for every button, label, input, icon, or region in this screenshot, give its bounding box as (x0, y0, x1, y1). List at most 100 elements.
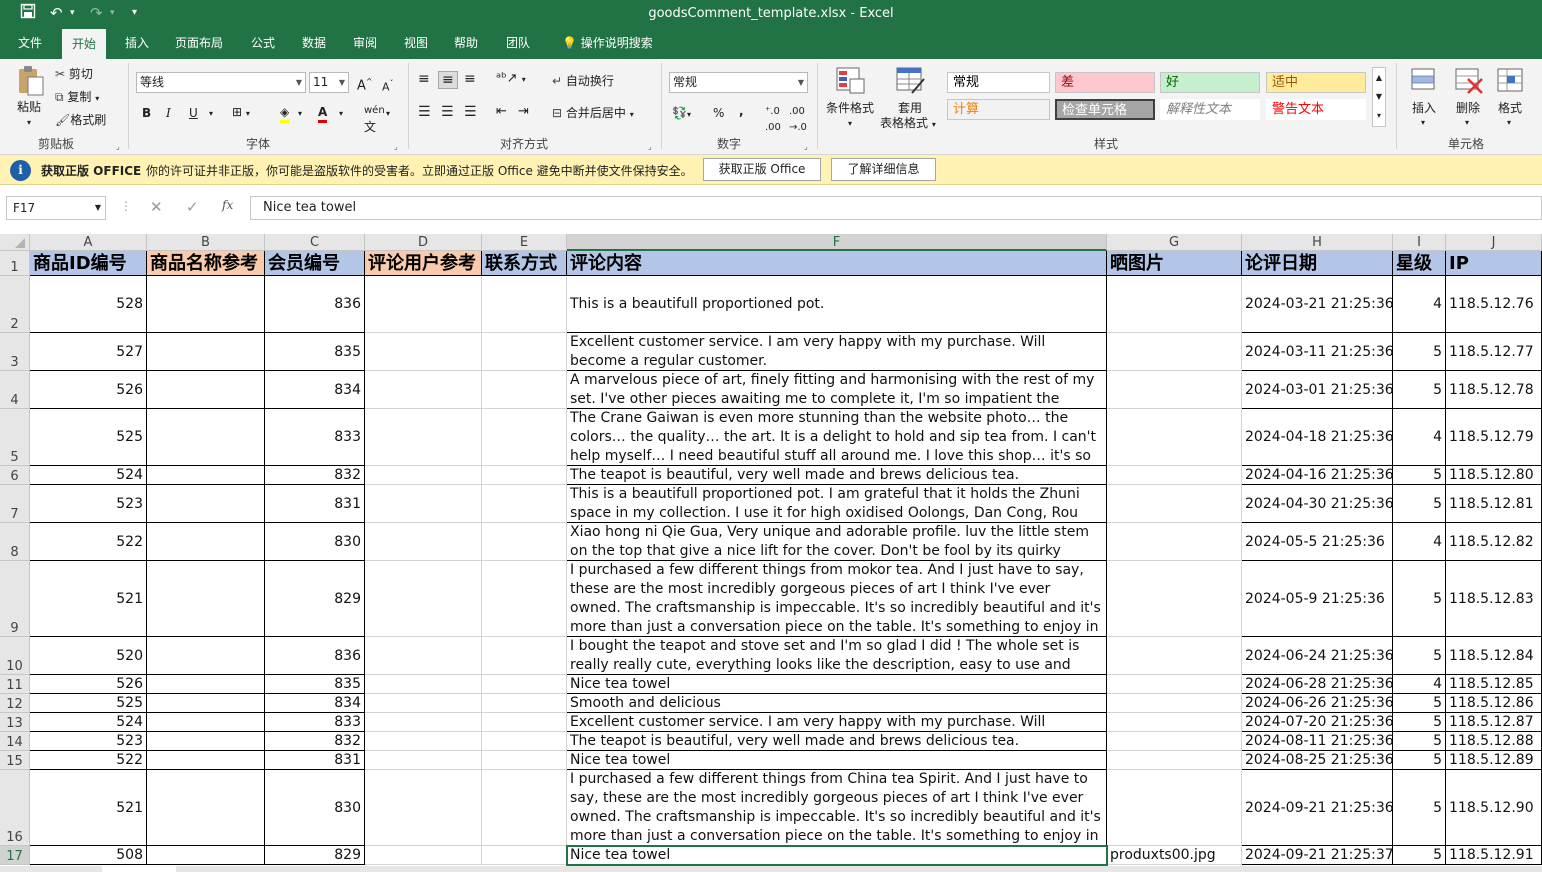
cell-F7[interactable]: This is a beautifull proportioned pot. I… (567, 485, 1107, 523)
phonetic-dropdown-icon[interactable]: ▾ (386, 106, 390, 122)
cell-C6[interactable]: 832 (265, 466, 365, 485)
cell-A4[interactable]: 526 (30, 371, 147, 409)
cell-C5[interactable]: 833 (265, 409, 365, 466)
cell-B13[interactable] (147, 713, 265, 732)
underline-dropdown-icon[interactable]: ▾ (209, 106, 213, 122)
cell-H9[interactable]: 2024-05-9 21:25:36 (1242, 561, 1393, 637)
align-right-icon[interactable]: ☰ (464, 104, 477, 120)
delete-cells-icon[interactable] (1454, 67, 1484, 99)
cell-D7[interactable] (365, 485, 482, 523)
cell-J17[interactable]: 118.5.12.91 (1446, 846, 1542, 865)
tab-home[interactable]: 开始 (62, 28, 107, 59)
tab-review[interactable]: 审阅 (343, 28, 387, 59)
cell-F3[interactable]: Excellent customer service. I am very ha… (567, 333, 1107, 371)
cell-I14[interactable]: 5 (1393, 732, 1446, 751)
cell-B16[interactable] (147, 770, 265, 846)
delete-cells-button[interactable]: 删除 (1456, 100, 1480, 116)
tab-team[interactable]: 团队 (496, 28, 540, 59)
format-as-table-icon[interactable] (896, 67, 926, 99)
cell-G6[interactable] (1107, 466, 1242, 485)
cell-H6[interactable]: 2024-04-16 21:25:36 (1242, 466, 1393, 485)
cell-D11[interactable] (365, 675, 482, 694)
cell-E13[interactable] (482, 713, 567, 732)
cell-J10[interactable]: 118.5.12.84 (1446, 637, 1542, 675)
cell-E8[interactable] (482, 523, 567, 561)
cell-E7[interactable] (482, 485, 567, 523)
column-header-C[interactable]: C (265, 234, 365, 251)
cell-F2[interactable]: This is a beautifull proportioned pot. (567, 276, 1107, 333)
cell-A8[interactable]: 522 (30, 523, 147, 561)
cell-B17[interactable] (147, 846, 265, 865)
row-header-11[interactable]: 11 (0, 675, 30, 694)
cell-C15[interactable]: 831 (265, 751, 365, 770)
cell-E15[interactable] (482, 751, 567, 770)
row-header-14[interactable]: 14 (0, 732, 30, 751)
cell-F12[interactable]: Smooth and delicious (567, 694, 1107, 713)
align-middle-icon[interactable]: ≡ (438, 71, 458, 89)
cell-D14[interactable] (365, 732, 482, 751)
enter-icon[interactable]: ✓ (186, 198, 199, 216)
increase-indent-icon[interactable]: ⇥ (518, 104, 529, 120)
cell-B7[interactable] (147, 485, 265, 523)
cell-A10[interactable]: 520 (30, 637, 147, 675)
insert-cells-button[interactable]: 插入 (1412, 100, 1436, 116)
cell-F15[interactable]: Nice tea towel (567, 751, 1107, 770)
cell-C14[interactable]: 832 (265, 732, 365, 751)
align-top-icon[interactable]: ≡ (418, 71, 430, 87)
cell-F16[interactable]: I purchased a few different things from … (567, 770, 1107, 846)
cell-G12[interactable] (1107, 694, 1242, 713)
row-header-12[interactable]: 12 (0, 694, 30, 713)
cell-H10[interactable]: 2024-06-24 21:25:36 (1242, 637, 1393, 675)
row-header-16[interactable]: 16 (0, 770, 30, 846)
style-check-cell[interactable]: 检查单元格 (1055, 99, 1155, 120)
cell-B3[interactable] (147, 333, 265, 371)
row-header-9[interactable]: 9 (0, 561, 30, 637)
align-left-icon[interactable]: ☰ (418, 104, 431, 120)
cell-H16[interactable]: 2024-09-21 21:25:36 (1242, 770, 1393, 846)
cell-G9[interactable] (1107, 561, 1242, 637)
cell-J11[interactable]: 118.5.12.85 (1446, 675, 1542, 694)
increase-decimal-icon[interactable]: ⁺.0.00 (765, 104, 781, 136)
cell-G5[interactable] (1107, 409, 1242, 466)
cancel-icon[interactable]: ✕ (150, 198, 163, 216)
select-all-corner[interactable] (0, 234, 30, 251)
cell-F13[interactable]: Excellent customer service. I am very ha… (567, 713, 1107, 732)
cell-J1[interactable]: IP (1446, 251, 1542, 276)
cell-H2[interactable]: 2024-03-21 21:25:36 (1242, 276, 1393, 333)
get-genuine-office-button[interactable]: 获取正版 Office (703, 158, 821, 181)
cell-G10[interactable] (1107, 637, 1242, 675)
cell-B9[interactable] (147, 561, 265, 637)
row-header-2[interactable]: 2 (0, 276, 30, 333)
cell-F11[interactable]: Nice tea towel (567, 675, 1107, 694)
cell-J16[interactable]: 118.5.12.90 (1446, 770, 1542, 846)
cell-A3[interactable]: 527 (30, 333, 147, 371)
percent-button[interactable]: % (713, 105, 724, 121)
cell-D13[interactable] (365, 713, 482, 732)
row-header-17[interactable]: 17 (0, 846, 30, 865)
cell-D4[interactable] (365, 371, 482, 409)
align-bottom-icon[interactable]: ≡ (464, 71, 476, 87)
cell-D2[interactable] (365, 276, 482, 333)
cell-I17[interactable]: 5 (1393, 846, 1446, 865)
conditional-format-dropdown-icon[interactable]: ▾ (848, 116, 852, 132)
cell-B6[interactable] (147, 466, 265, 485)
cell-I4[interactable]: 5 (1393, 371, 1446, 409)
cell-J3[interactable]: 118.5.12.77 (1446, 333, 1542, 371)
tab-file[interactable]: 文件 (8, 28, 52, 59)
style-normal[interactable]: 常规 (947, 72, 1050, 93)
cell-I6[interactable]: 5 (1393, 466, 1446, 485)
cell-H5[interactable]: 2024-04-18 21:25:36 (1242, 409, 1393, 466)
bold-button[interactable]: B (142, 105, 151, 121)
fill-color-dropdown-icon[interactable]: ▾ (298, 106, 302, 122)
cell-A11[interactable]: 526 (30, 675, 147, 694)
cell-B10[interactable] (147, 637, 265, 675)
cell-F4[interactable]: A marvelous piece of art, finely fitting… (567, 371, 1107, 409)
cell-E4[interactable] (482, 371, 567, 409)
cell-A2[interactable]: 528 (30, 276, 147, 333)
comma-button[interactable]: , (739, 103, 744, 119)
font-name-select[interactable]: 等线 ▼ (136, 72, 306, 93)
cell-C3[interactable]: 835 (265, 333, 365, 371)
conditional-format-button[interactable]: 条件格式 (826, 100, 874, 116)
cell-H7[interactable]: 2024-04-30 21:25:36 (1242, 485, 1393, 523)
insert-dropdown-icon[interactable]: ▾ (1421, 115, 1425, 131)
